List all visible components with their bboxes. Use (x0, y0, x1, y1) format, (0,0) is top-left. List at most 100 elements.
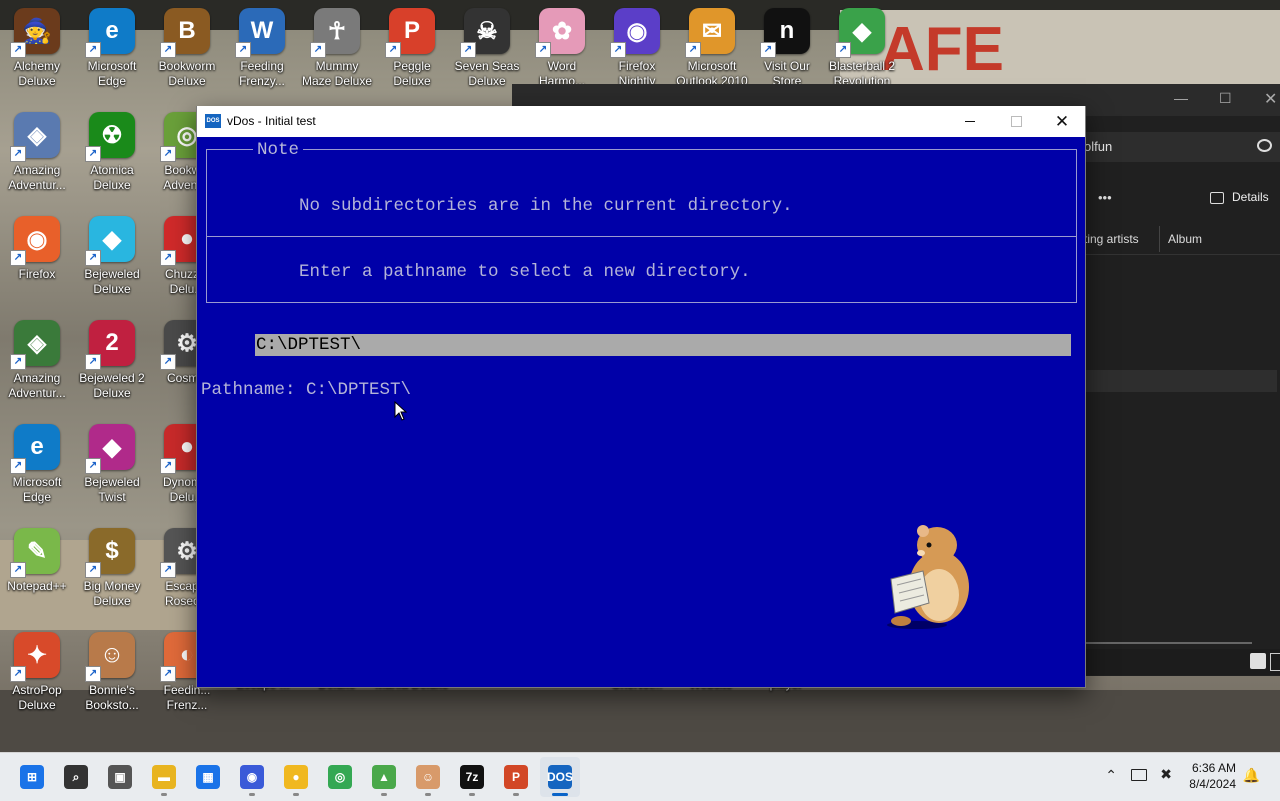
desktop-icon[interactable]: W ↗ Feeding Frenzy... (225, 0, 299, 98)
vdos-icon: DOS (547, 765, 573, 789)
desktop-icon[interactable]: ✎ ↗ Notepad++ (0, 520, 74, 618)
tiles-view-icon[interactable] (1270, 653, 1280, 671)
shortcut-arrow-icon: ↗ (85, 42, 101, 58)
taskbar-7zip-button[interactable]: 7z (452, 757, 492, 797)
explorer-close-button[interactable]: ✕ (1264, 89, 1277, 109)
app-icon: ◉ ↗ (610, 8, 660, 58)
highlighted-path-field[interactable]: C:\DPTEST\ (255, 334, 1071, 356)
vdos-window[interactable]: DOS vDos - Initial test ✕ Note No subdir… (196, 106, 1086, 688)
explorer-horizontal-scrollbar[interactable] (1082, 642, 1252, 644)
shortcut-arrow-icon: ↗ (10, 354, 26, 370)
note-title: Note (253, 140, 304, 160)
desktop-icon[interactable]: B ↗ Bookworm Deluxe (150, 0, 224, 98)
details-button[interactable]: Details (1232, 190, 1269, 204)
desktop-icon[interactable]: ◈ ↗ Amazing Adventur... (0, 104, 74, 202)
app-icon: ◈ ↗ (10, 112, 60, 162)
shortcut-arrow-icon: ↗ (10, 42, 26, 58)
taskbar-chrome-button[interactable]: ◎ (320, 757, 360, 797)
shortcut-arrow-icon: ↗ (685, 42, 701, 58)
app-icon: ☠ ↗ (460, 8, 510, 58)
column-header-contributing-artists[interactable]: ting artists (1084, 232, 1139, 246)
app-icon: ☢ ↗ (85, 112, 135, 162)
shortcut-arrow-icon: ↗ (85, 666, 101, 682)
app-icon: ◆ ↗ (85, 424, 135, 474)
app-icon: n ↗ (760, 8, 810, 58)
desktop-icon[interactable]: ◉ ↗ Firefox (0, 208, 74, 306)
desktop-icon-label: Bejeweled Deluxe (84, 267, 140, 296)
close-button[interactable]: ✕ (1039, 106, 1085, 137)
pathname-prompt: Pathname: C:\DPTEST\ (201, 380, 412, 400)
taskbar-firefox-nightly-button[interactable]: ◉ (232, 757, 272, 797)
taskbar-powerpoint-button[interactable]: P (496, 757, 536, 797)
explorer-maximize-button[interactable]: ☐ (1219, 90, 1232, 107)
details-pane-icon (1210, 192, 1224, 204)
clock-date: 8/4/2024 (1189, 777, 1236, 791)
taskbar-task-view-button[interactable]: ▣ (100, 757, 140, 797)
desktop-icon[interactable]: ☥ ↗ Mummy Maze Deluxe (300, 0, 374, 98)
running-indicator (425, 793, 431, 796)
column-header-album[interactable]: Album (1168, 232, 1202, 246)
7zip-icon: 7z (460, 765, 484, 789)
taskbar-search-button[interactable]: ⌕ (56, 757, 96, 797)
desktop-icon[interactable]: ◆ ↗ Bejeweled Deluxe (75, 208, 149, 306)
more-options-button[interactable]: ••• (1098, 190, 1112, 205)
explorer-selected-row[interactable] (1082, 370, 1277, 392)
firefox-nightly-icon: ◉ (240, 765, 264, 789)
note-message-enter-pathname: Enter a pathname to select a new directo… (299, 262, 751, 282)
app-icon: e ↗ (85, 8, 135, 58)
taskbar-start-button[interactable]: ⊞ (12, 757, 52, 797)
desktop-icon[interactable]: e ↗ Microsoft Edge (75, 0, 149, 98)
vdos-titlebar[interactable]: DOS vDos - Initial test ✕ (197, 106, 1085, 137)
maximize-button (993, 106, 1039, 137)
taskbar-file-explorer-button[interactable]: ▬ (144, 757, 184, 797)
taskbar-norton-button[interactable]: ● (276, 757, 316, 797)
desktop-icon-label: Big Money Deluxe (83, 579, 141, 608)
desktop-icon[interactable]: ☺ ↗ Bonnie's Booksto... (75, 624, 149, 722)
desktop-icon[interactable]: ✦ ↗ AstroPop Deluxe (0, 624, 74, 722)
shortcut-arrow-icon: ↗ (835, 42, 851, 58)
running-indicator (249, 793, 255, 796)
app-icon: ✦ ↗ (10, 632, 60, 682)
desktop-icon-label: Amazing Adventur... (8, 371, 66, 400)
network-icon[interactable] (1131, 769, 1147, 781)
app-icon: ◆ ↗ (835, 8, 885, 58)
note-dialog: Note No subdirectories are in the curren… (206, 140, 1077, 303)
desktop-icon[interactable]: $ ↗ Big Money Deluxe (75, 520, 149, 618)
desktop-icon-label: Atomica Deluxe (90, 163, 134, 192)
dos-console[interactable]: Note No subdirectories are in the curren… (197, 137, 1085, 687)
explorer-search-box[interactable]: olfun (1082, 132, 1280, 162)
taskbar-clock[interactable]: 6:36 AM 8/4/2024 (1189, 760, 1236, 792)
minimize-button[interactable] (947, 106, 993, 137)
app-icon: P ↗ (385, 8, 435, 58)
desktop-icon-label: Feeding Frenzy... (239, 59, 285, 88)
file-explorer-icon: ▬ (152, 765, 176, 789)
show-hidden-icons-button[interactable]: ⌃ (1105, 767, 1117, 784)
taskbar-app-green-button[interactable]: ▲ (364, 757, 404, 797)
list-view-icon[interactable] (1250, 653, 1266, 669)
desktop-icon[interactable]: P ↗ Peggle Deluxe (375, 0, 449, 98)
close-icon: ✕ (1054, 111, 1070, 131)
desktop-icon[interactable]: ☢ ↗ Atomica Deluxe (75, 104, 149, 202)
desktop-icon[interactable]: 🧙 ↗ Alchemy Deluxe (0, 0, 74, 98)
notifications-bell-icon[interactable]: 🔔 (1243, 767, 1260, 784)
desktop-icon[interactable]: ◆ ↗ Bejeweled Twist (75, 416, 149, 514)
chrome-icon: ◎ (328, 765, 352, 789)
shortcut-arrow-icon: ↗ (310, 42, 326, 58)
desktop-icon[interactable]: 2 ↗ Bejeweled 2 Deluxe (75, 312, 149, 410)
shortcut-arrow-icon: ↗ (160, 666, 176, 682)
explorer-minimize-button[interactable]: — (1174, 90, 1188, 106)
desktop-icon[interactable]: ◈ ↗ Amazing Adventur... (0, 312, 74, 410)
app-icon: ◈ ↗ (10, 320, 60, 370)
running-indicator (469, 793, 475, 796)
shortcut-arrow-icon: ↗ (85, 562, 101, 578)
desktop-icon[interactable]: e ↗ Microsoft Edge (0, 416, 74, 514)
app-icon: $ ↗ (85, 528, 135, 578)
running-indicator (552, 793, 568, 796)
volume-muted-icon[interactable]: ✖ (1160, 766, 1172, 783)
explorer-column-headers: ting artists Album (1082, 226, 1280, 255)
taskbar-store-button[interactable]: ▦ (188, 757, 228, 797)
taskbar-vdos-button[interactable]: DOS (540, 757, 580, 797)
desktop-icon-label: Microsoft Edge (12, 475, 62, 504)
running-indicator (293, 793, 299, 796)
taskbar-app-face-button[interactable]: ☺ (408, 757, 448, 797)
